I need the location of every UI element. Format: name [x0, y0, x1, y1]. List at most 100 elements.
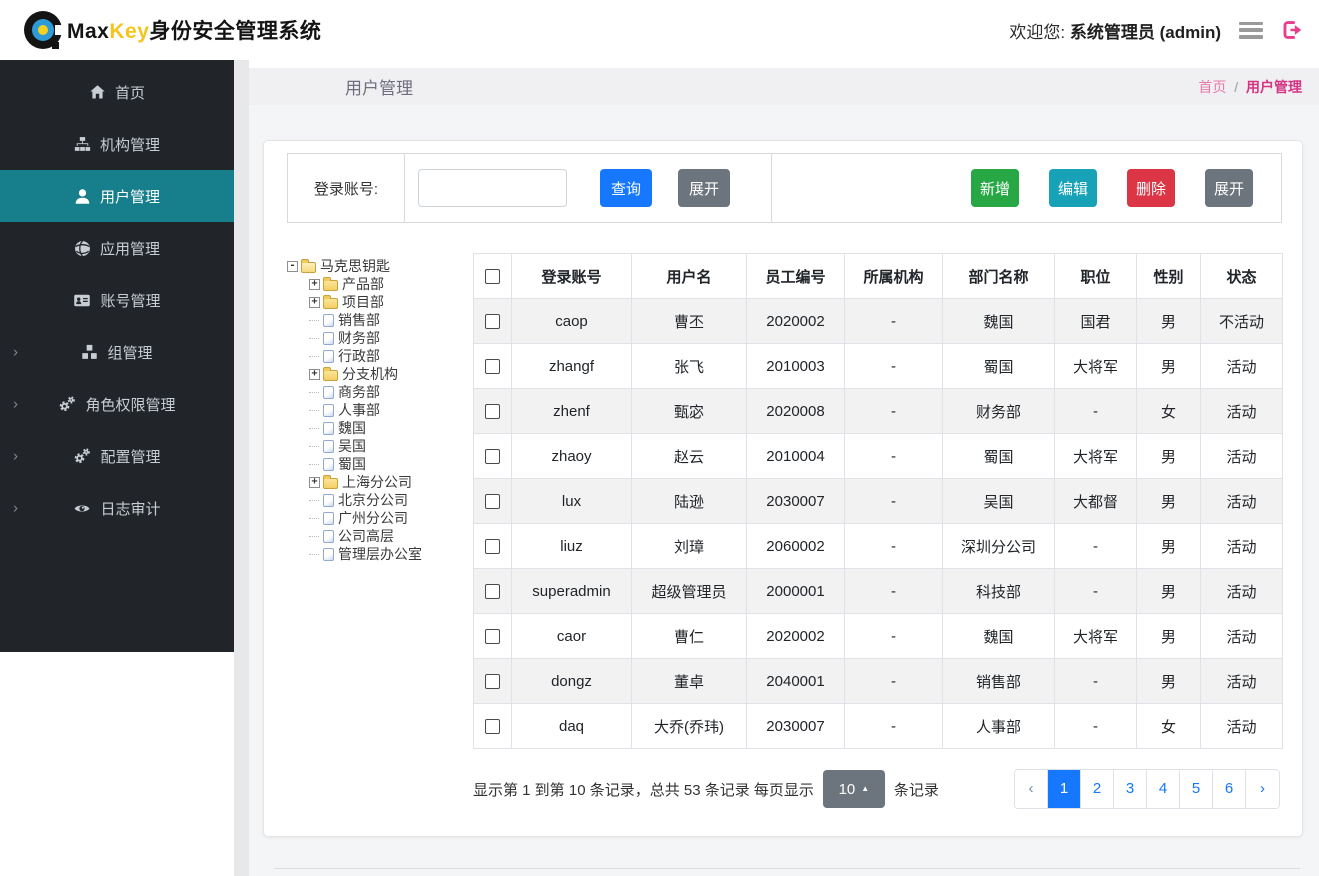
tree-node[interactable]: 公司高层	[287, 527, 473, 545]
tree-connector	[309, 441, 320, 452]
tree-node[interactable]: 魏国	[287, 419, 473, 437]
tree-node[interactable]: 北京分公司	[287, 491, 473, 509]
row-checkbox[interactable]	[485, 448, 500, 464]
row-checkbox[interactable]	[485, 628, 500, 644]
row-checkbox[interactable]	[485, 493, 500, 509]
query-button[interactable]: 查询	[600, 169, 652, 207]
table-row[interactable]: lux 陆逊 2030007- 吴国 大都督男活动	[473, 478, 1283, 524]
pagination-bar: 显示第 1 到第 10 条记录，总共 53 条记录 每页显示 10 ▲ 条记录 …	[473, 769, 1280, 809]
row-checkbox[interactable]	[485, 313, 500, 329]
file-icon	[323, 493, 334, 507]
expand-icon[interactable]: +	[309, 476, 320, 488]
table-row[interactable]: dongz 董卓 2040001- 销售部 - 男活动	[473, 658, 1283, 704]
column-header: 状态	[1200, 253, 1283, 299]
sidebar-item-config-mgmt[interactable]: › 配置管理	[0, 430, 234, 482]
page-button[interactable]: 5	[1180, 770, 1213, 808]
tree-connector	[309, 513, 320, 524]
tree-node[interactable]: 行政部	[287, 347, 473, 365]
tree-node[interactable]: + 项目部	[287, 293, 473, 311]
folder-open-icon	[301, 258, 316, 273]
sidebar-item-account-mgmt[interactable]: 账号管理	[0, 274, 234, 326]
home-icon	[90, 84, 105, 98]
tree-node[interactable]: 财务部	[287, 329, 473, 347]
page-next-button[interactable]: ›	[1246, 770, 1279, 808]
column-header: 部门名称	[942, 253, 1055, 299]
page-size-select[interactable]: 10 ▲	[822, 770, 885, 808]
tree-node[interactable]: 广州分公司	[287, 509, 473, 527]
delete-button[interactable]: 删除	[1127, 169, 1175, 207]
user-icon	[75, 188, 90, 204]
actions-expand-button[interactable]: 展开	[1205, 169, 1253, 207]
sidebar-item-group-mgmt[interactable]: › 组管理	[0, 326, 234, 378]
page-button[interactable]: 2	[1081, 770, 1114, 808]
table-row[interactable]: zhangf 张飞 2010003- 蜀国 大将军男活动	[473, 343, 1283, 389]
id-card-icon	[74, 294, 91, 306]
sidebar-item-label: 应用管理	[99, 240, 160, 258]
breadcrumb-home-link[interactable]: 首页	[1198, 79, 1226, 95]
sidebar-item-app-mgmt[interactable]: 应用管理	[0, 222, 234, 274]
table-row[interactable]: caop 曹丕 2020002- 魏国 国君男不活动	[473, 298, 1283, 344]
row-checkbox[interactable]	[485, 403, 500, 419]
page-button[interactable]: 4	[1147, 770, 1180, 808]
sidebar-item-log-audit[interactable]: › 日志审计	[0, 482, 234, 534]
table-row[interactable]: caor 曹仁 2020002- 魏国 大将军男活动	[473, 613, 1283, 659]
row-checkbox[interactable]	[485, 538, 500, 554]
tree-node[interactable]: + 产品部	[287, 275, 473, 293]
file-icon	[323, 331, 334, 345]
file-icon	[323, 547, 334, 561]
row-checkbox[interactable]	[485, 718, 500, 734]
tree-node[interactable]: 蜀国	[287, 455, 473, 473]
tree-node[interactable]: 销售部	[287, 311, 473, 329]
menu-toggle-icon[interactable]	[1239, 21, 1263, 39]
tree-connector	[309, 495, 320, 506]
page-button[interactable]: 3	[1114, 770, 1147, 808]
table-row[interactable]: daq 大乔(乔玮) 2030007- 人事部 - 女活动	[473, 703, 1283, 749]
globe-icon	[75, 240, 90, 256]
tree-connector	[309, 333, 320, 344]
sidebar-item-label: 机构管理	[99, 136, 160, 154]
expand-icon[interactable]: +	[309, 368, 320, 380]
sidebar-item-user-mgmt[interactable]: 用户管理	[0, 170, 234, 222]
table-row[interactable]: zhaoy 赵云 2010004- 蜀国 大将军男活动	[473, 433, 1283, 479]
tree-node[interactable]: 商务部	[287, 383, 473, 401]
tree-connector	[309, 423, 320, 434]
tree-node[interactable]: 吴国	[287, 437, 473, 455]
tree-node[interactable]: 人事部	[287, 401, 473, 419]
tree-connector	[309, 459, 320, 470]
expand-icon[interactable]: +	[309, 278, 320, 290]
page-button[interactable]: 6	[1213, 770, 1246, 808]
page-prev-button[interactable]: ‹	[1015, 770, 1048, 808]
folder-icon	[323, 366, 338, 381]
gears-icon	[75, 448, 91, 464]
login-account-input[interactable]	[418, 169, 567, 207]
tree-node[interactable]: - 马克思钥匙	[287, 257, 473, 275]
tree-connector	[309, 405, 320, 416]
column-header: 性别	[1136, 253, 1201, 299]
table-row[interactable]: liuz 刘璋 2060002- 深圳分公司 - 男活动	[473, 523, 1283, 569]
row-checkbox[interactable]	[485, 673, 500, 689]
brand: MaxKey身份安全管理系统	[24, 8, 321, 52]
table-row[interactable]: superadmin 超级管理员 2000001- 科技部 - 男活动	[473, 568, 1283, 614]
sidebar-item-org-mgmt[interactable]: 机构管理	[0, 118, 234, 170]
logout-icon[interactable]	[1281, 19, 1303, 41]
tree-node[interactable]: + 分支机构	[287, 365, 473, 383]
edit-button[interactable]: 编辑	[1049, 169, 1097, 207]
tree-node[interactable]: + 上海分公司	[287, 473, 473, 491]
expand-icon[interactable]: +	[309, 296, 320, 308]
pagination-unit-label: 条记录	[893, 781, 939, 799]
add-button[interactable]: 新增	[971, 169, 1019, 207]
collapse-icon[interactable]: -	[287, 260, 298, 272]
select-all-checkbox[interactable]	[485, 268, 500, 284]
tree-connector	[309, 549, 320, 560]
tree-node[interactable]: 管理层办公室	[287, 545, 473, 563]
sidebar-item-role-permission-mgmt[interactable]: › 角色权限管理	[0, 378, 234, 430]
file-icon	[323, 403, 334, 417]
table-row[interactable]: zhenf 甄宓 2020008- 财务部 - 女活动	[473, 388, 1283, 434]
search-form: 登录账号: 查询 展开 新增 编辑 删除 展开	[287, 153, 1282, 223]
column-header: 登录账号	[511, 253, 632, 299]
row-checkbox[interactable]	[485, 358, 500, 374]
row-checkbox[interactable]	[485, 583, 500, 599]
sidebar-item-home[interactable]: 首页	[0, 66, 234, 118]
search-expand-button[interactable]: 展开	[678, 169, 730, 207]
page-button[interactable]: 1	[1048, 770, 1081, 808]
